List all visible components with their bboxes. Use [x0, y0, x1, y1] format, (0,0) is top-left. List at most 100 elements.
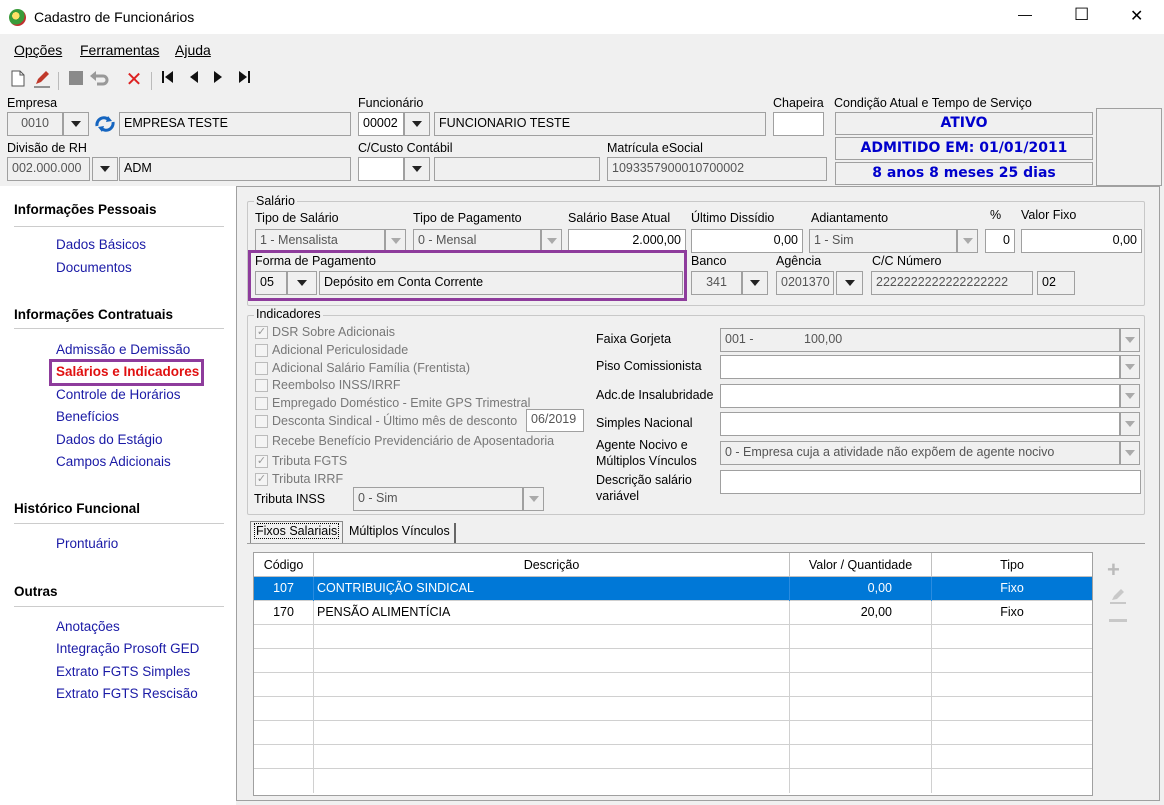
sidebar-item-anotacoes[interactable]: Anotações: [56, 619, 120, 634]
piso-select[interactable]: [720, 355, 1120, 379]
chk-aposentadoria[interactable]: Recebe Benefício Previdenciário de Apose…: [255, 432, 554, 450]
insalubridade-dropdown[interactable]: [1120, 384, 1140, 408]
sidebar-item-prontuario[interactable]: Prontuário: [56, 536, 118, 551]
sidebar-section-contratuais: Informações Contratuais: [14, 307, 174, 322]
descricao-field[interactable]: [720, 470, 1141, 494]
piso-dropdown[interactable]: [1120, 355, 1140, 379]
sidebar-item-dados-basicos[interactable]: Dados Básicos: [56, 237, 146, 252]
previous-record-icon[interactable]: [184, 70, 204, 90]
cell-descricao: CONTRIBUIÇÃO SINDICAL: [314, 577, 790, 601]
faixa-gorjeta-select[interactable]: 001 -100,00: [720, 328, 1120, 352]
tab-fixos-salariais[interactable]: Fixos Salariais: [250, 521, 344, 543]
chk-periculosidade[interactable]: Adicional Periculosidade: [255, 341, 408, 359]
empresa-code-field[interactable]: 0010: [7, 112, 63, 136]
cell-tipo: Fixo: [1000, 581, 1024, 595]
edit-icon[interactable]: [32, 70, 52, 90]
adiantamento-select[interactable]: 1 - Sim: [809, 229, 957, 253]
funcionario-dropdown[interactable]: [404, 112, 430, 136]
agencia-field[interactable]: 0201370: [776, 271, 834, 295]
maximize-button[interactable]: ☐: [1074, 5, 1089, 25]
col-tipo[interactable]: Tipo: [932, 553, 1092, 577]
matricula-field: 1093357900010700002: [607, 157, 827, 181]
chk-dsr[interactable]: ✓ DSR Sobre Adicionais: [255, 323, 395, 341]
divisao-name-field: ADM: [119, 157, 351, 181]
sidebar-item-horarios[interactable]: Controle de Horários: [56, 387, 181, 402]
chevron-down-icon: [71, 121, 81, 127]
chk-reembolso[interactable]: Reembolso INSS/IRRF: [255, 376, 401, 394]
chk-salario-familia[interactable]: Adicional Salário Família (Frentista): [255, 359, 470, 377]
chevron-down-icon: [1125, 421, 1135, 427]
salario-group-title: Salário: [254, 194, 297, 208]
valor-fixo-field[interactable]: 0,00: [1021, 229, 1142, 253]
menu-ajuda[interactable]: Ajuda: [175, 42, 211, 58]
col-descricao[interactable]: Descrição: [314, 553, 790, 577]
ultimo-dissidio-field[interactable]: 0,00: [691, 229, 803, 253]
empresa-dropdown[interactable]: [63, 112, 89, 136]
adiantamento-dropdown[interactable]: [957, 229, 978, 253]
edit-row-icon[interactable]: [1109, 587, 1127, 608]
table-row[interactable]: 170 PENSÃO ALIMENTÍCIA 20,00 Fixo: [254, 601, 1092, 625]
sidebar-item-admissao[interactable]: Admissão e Demissão: [56, 342, 190, 357]
percentual-field[interactable]: 0: [985, 229, 1015, 253]
forma-pagamento-code[interactable]: 05: [255, 271, 287, 295]
col-valor[interactable]: Valor / Quantidade: [790, 553, 932, 577]
first-record-icon[interactable]: [158, 70, 178, 90]
chapeira-field[interactable]: [773, 112, 824, 136]
chk-sindical[interactable]: Desconta Sindical - Último mês de descon…: [255, 412, 517, 430]
cc-numero-field[interactable]: 2222222222222222222: [871, 271, 1033, 295]
agente-dropdown[interactable]: [1120, 441, 1140, 465]
sidebar-item-documentos[interactable]: Documentos: [56, 260, 132, 275]
chk-domestico[interactable]: Empregado Doméstico - Emite GPS Trimestr…: [255, 394, 530, 412]
ccusto-code-field[interactable]: [358, 157, 404, 181]
table-row[interactable]: 107 CONTRIBUIÇÃO SINDICAL 0,00 Fixo: [254, 577, 1092, 601]
col-codigo[interactable]: Código: [254, 553, 314, 577]
forma-pagamento-label: Forma de Pagamento: [255, 254, 376, 268]
funcionario-code-field[interactable]: 00002: [358, 112, 404, 136]
save-icon[interactable]: [66, 70, 86, 90]
faixa-gorjeta-dropdown[interactable]: [1120, 328, 1140, 352]
divisao-code-field[interactable]: 002.000.000: [7, 157, 90, 181]
delete-icon[interactable]: ✕: [124, 70, 144, 90]
undo-icon[interactable]: [90, 70, 110, 90]
banco-field[interactable]: 341: [691, 271, 742, 295]
empresa-label: Empresa: [7, 96, 58, 110]
sidebar-item-fgts-simples[interactable]: Extrato FGTS Simples: [56, 664, 190, 679]
add-row-icon[interactable]: +: [1107, 557, 1120, 583]
sidebar-item-fgts-rescisao[interactable]: Extrato FGTS Rescisão: [56, 686, 198, 701]
sidebar-item-beneficios[interactable]: Benefícios: [56, 409, 119, 424]
divisao-dropdown[interactable]: [92, 157, 118, 181]
tributa-inss-dropdown[interactable]: [523, 487, 544, 511]
insalubridade-select[interactable]: [720, 384, 1120, 408]
chk-irrf[interactable]: ✓ Tributa IRRF: [255, 470, 343, 488]
tributa-inss-select[interactable]: 0 - Sim: [353, 487, 523, 511]
sidebar-item-ged[interactable]: Integração Prosoft GED: [56, 641, 199, 656]
funcionario-name-field: FUNCIONARIO TESTE: [434, 112, 766, 136]
refresh-icon[interactable]: [94, 114, 116, 137]
sidebar-section-outras: Outras: [14, 584, 58, 599]
simples-dropdown[interactable]: [1120, 412, 1140, 436]
cc-digito-field[interactable]: 02: [1037, 271, 1075, 295]
close-button[interactable]: ✕: [1130, 6, 1143, 26]
simples-select[interactable]: [720, 412, 1120, 436]
ccusto-dropdown[interactable]: [404, 157, 430, 181]
funcionario-label: Funcionário: [358, 96, 424, 110]
salario-base-label: Salário Base Atual: [568, 211, 671, 225]
menu-ferramentas[interactable]: Ferramentas: [80, 42, 159, 58]
menu-opcoes[interactable]: Opções: [14, 42, 62, 58]
ultimo-mes-field[interactable]: 06/2019: [526, 409, 584, 432]
checkbox-icon: [255, 434, 268, 448]
agente-select[interactable]: 0 - Empresa cuja a atividade não expõem …: [720, 441, 1120, 465]
minimize-button[interactable]: —: [1018, 6, 1032, 22]
sidebar-item-estagio[interactable]: Dados do Estágio: [56, 432, 163, 447]
agencia-dropdown[interactable]: [836, 271, 863, 295]
next-record-icon[interactable]: [208, 70, 228, 90]
remove-row-icon[interactable]: [1109, 619, 1127, 622]
tab-multiplos-vinculos[interactable]: Múltiplos Vínculos: [345, 523, 456, 543]
chk-fgts[interactable]: ✓ Tributa FGTS: [255, 452, 347, 470]
chevron-down-icon: [844, 280, 855, 286]
last-record-icon[interactable]: [234, 70, 254, 90]
forma-pagamento-dropdown[interactable]: [287, 271, 317, 295]
new-icon[interactable]: [8, 70, 28, 90]
sidebar-item-campos-adicionais[interactable]: Campos Adicionais: [56, 454, 171, 469]
banco-dropdown[interactable]: [742, 271, 768, 295]
